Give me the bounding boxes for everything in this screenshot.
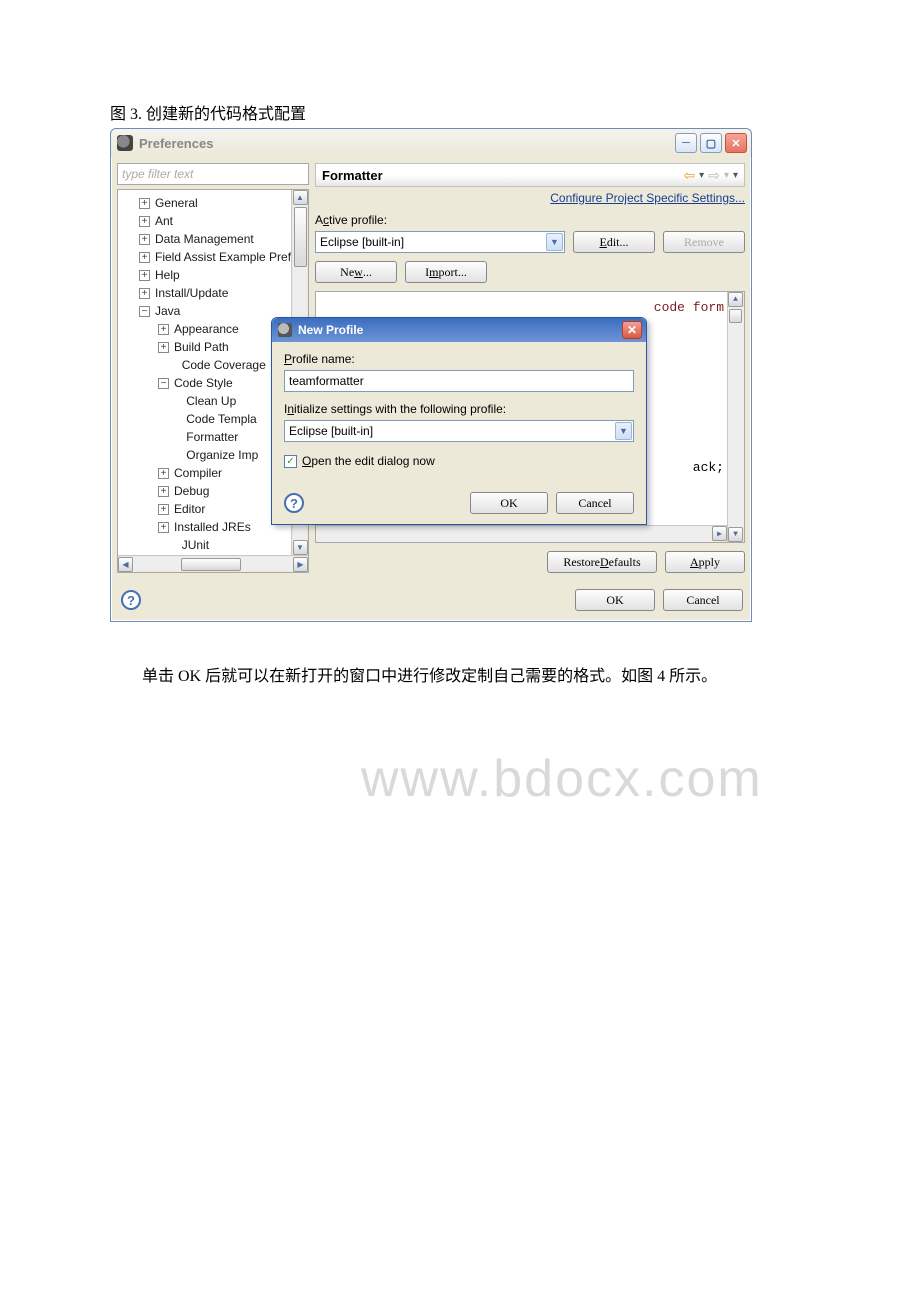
combo-dropdown-icon[interactable]: ▼ (546, 233, 563, 251)
tree-item-field-assist[interactable]: +Field Assist Example Prefe (120, 248, 308, 266)
figure-caption: 图 3. 创建新的代码格式配置 (110, 100, 810, 124)
scroll-left-icon[interactable]: ◀ (118, 557, 133, 572)
apply-button[interactable]: Apply (665, 551, 745, 573)
cancel-button[interactable]: Cancel (663, 589, 743, 611)
tree-item-junit[interactable]: JUnit (120, 536, 308, 554)
preview-text-2: ack; (693, 460, 724, 475)
filter-input[interactable]: type filter text (117, 163, 309, 185)
body-text: 单击 OK 后就可以在新打开的窗口中进行修改定制自己需要的格式。如图 4 所示。 (110, 662, 810, 686)
modal-app-icon (278, 323, 292, 337)
scroll-up-icon[interactable]: ▲ (293, 190, 308, 205)
tree-item-ant[interactable]: +Ant (120, 212, 308, 230)
ok-button[interactable]: OK (575, 589, 655, 611)
scroll-right-icon[interactable]: ▶ (293, 557, 308, 572)
preview-vscrollbar[interactable]: ▲ ▼ (727, 292, 744, 542)
restore-defaults-button[interactable]: Restore Defaults (547, 551, 657, 573)
scroll-down-icon[interactable]: ▼ (293, 540, 308, 555)
nav-forward-menu-icon: ▾ (724, 170, 729, 181)
preview-scroll-down-icon[interactable]: ▼ (728, 527, 743, 542)
help-icon[interactable]: ? (121, 590, 141, 610)
open-edit-checkbox[interactable]: ✓ (284, 455, 297, 468)
view-menu-icon[interactable]: ▾ (733, 170, 738, 181)
watermark-text: www.bdocx.com (361, 749, 763, 809)
new-button[interactable]: New... (315, 261, 397, 283)
modal-help-icon[interactable]: ? (284, 493, 304, 513)
active-profile-label: Active profile: (315, 213, 745, 227)
import-button[interactable]: Import... (405, 261, 487, 283)
preview-scroll-right-icon[interactable]: ▶ (712, 526, 727, 541)
configure-project-link[interactable]: Configure Project Specific Settings... (315, 191, 745, 205)
preview-text-1: code form (654, 300, 724, 315)
tree-item-install-update[interactable]: +Install/Update (120, 284, 308, 302)
window-title: Preferences (139, 136, 675, 151)
tree-item-data-management[interactable]: +Data Management (120, 230, 308, 248)
page-heading-row: Formatter ⇦ ▾ ⇨ ▾ ▾ (315, 163, 745, 187)
minimize-button[interactable]: ─ (675, 133, 697, 153)
new-profile-dialog: New Profile ✕ Profile name: teamformatte… (271, 317, 647, 525)
modal-title: New Profile (298, 323, 622, 337)
profile-name-input[interactable]: teamformatter (284, 370, 634, 392)
nav-back-icon[interactable]: ⇦ (683, 167, 695, 184)
active-profile-combo[interactable]: Eclipse [built-in] ▼ (315, 231, 565, 253)
preview-scroll-up-icon[interactable]: ▲ (728, 292, 743, 307)
maximize-button[interactable]: ▢ (700, 133, 722, 153)
titlebar: Preferences ─ ▢ ✕ (111, 129, 751, 157)
initialize-label: Initialize settings with the following p… (284, 402, 634, 416)
active-profile-value: Eclipse [built-in] (320, 235, 404, 249)
modal-titlebar: New Profile ✕ (272, 318, 646, 342)
remove-button: Remove (663, 231, 745, 253)
page-title: Formatter (322, 168, 683, 183)
tree-hscrollbar[interactable]: ◀ ▶ (118, 555, 308, 572)
app-icon (117, 135, 133, 151)
close-button[interactable]: ✕ (725, 133, 747, 153)
tree-item-help[interactable]: +Help (120, 266, 308, 284)
profile-name-label: Profile name: (284, 352, 634, 366)
tree-item-general[interactable]: +General (120, 194, 308, 212)
nav-back-menu-icon[interactable]: ▾ (699, 170, 704, 181)
initialize-combo[interactable]: Eclipse [built-in] ▼ (284, 420, 634, 442)
nav-forward-icon[interactable]: ⇨ (708, 167, 720, 184)
initialize-value: Eclipse [built-in] (289, 424, 373, 438)
open-edit-label: Open the edit dialog now (302, 454, 435, 468)
modal-cancel-button[interactable]: Cancel (556, 492, 634, 514)
open-edit-checkbox-row[interactable]: ✓ Open the edit dialog now (284, 454, 634, 468)
preview-hscrollbar[interactable]: ▶ (316, 525, 727, 542)
preferences-window: Preferences ─ ▢ ✕ type filter text +Gene… (110, 128, 752, 622)
edit-button[interactable]: Edit... (573, 231, 655, 253)
modal-ok-button[interactable]: OK (470, 492, 548, 514)
modal-close-button[interactable]: ✕ (622, 321, 642, 339)
initialize-dropdown-icon[interactable]: ▼ (615, 422, 632, 440)
